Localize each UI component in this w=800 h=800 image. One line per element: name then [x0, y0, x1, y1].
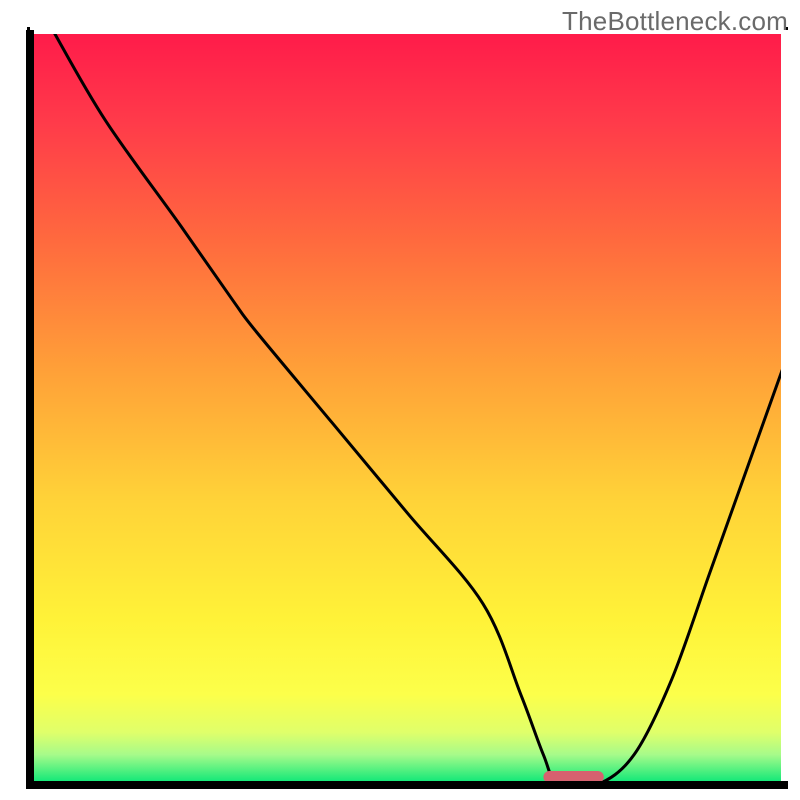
bottleneck-chart — [0, 0, 800, 800]
gradient-background — [30, 30, 785, 785]
chart-container: TheBottleneck.com — [0, 0, 800, 800]
watermark-text: TheBottleneck.com — [562, 6, 788, 37]
